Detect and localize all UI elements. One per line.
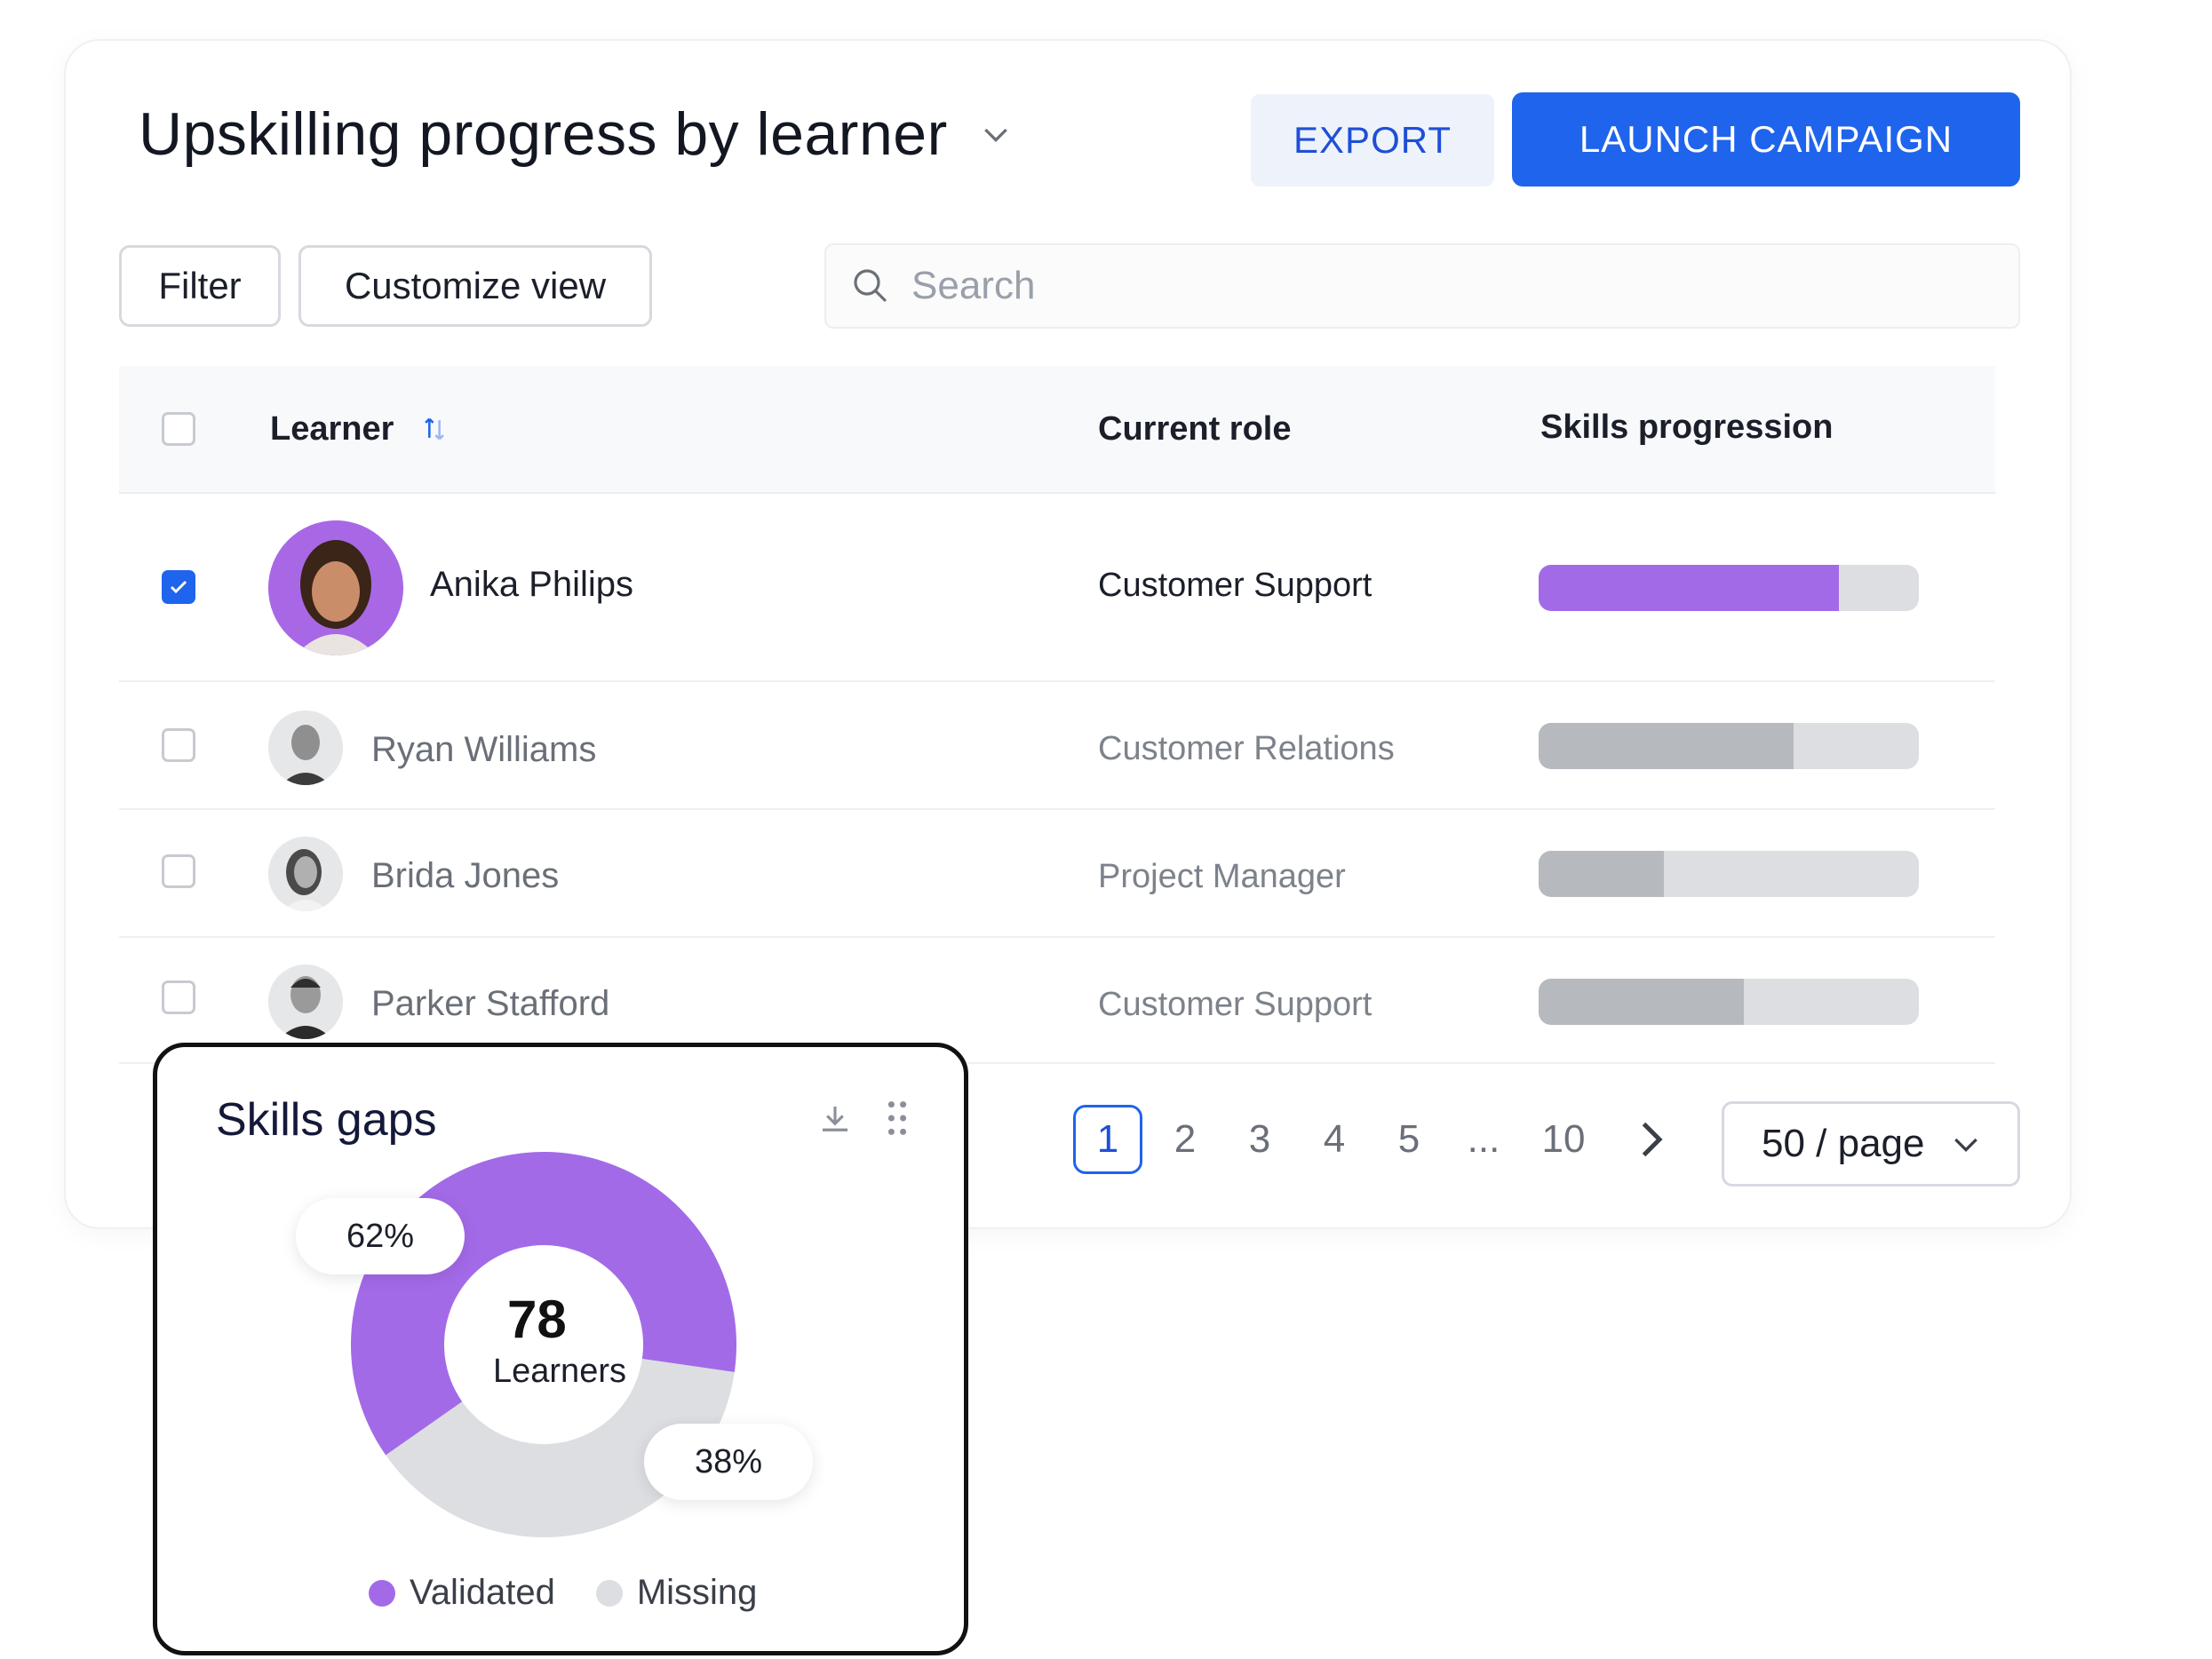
sort-icon[interactable]	[419, 414, 450, 444]
per-page-select[interactable]: 50 / page	[1722, 1101, 2020, 1187]
legend-dot	[369, 1579, 395, 1607]
avatar	[268, 520, 403, 655]
chevron-down-icon	[983, 128, 1007, 143]
page-button[interactable]: 4	[1297, 1117, 1372, 1162]
chevron-right-icon[interactable]	[1624, 1113, 1677, 1166]
title-dropdown[interactable]: Upskilling progress by learner	[139, 99, 1014, 169]
avatar	[268, 710, 343, 785]
drag-handle-icon[interactable]	[884, 1099, 911, 1138]
learner-name: Brida Jones	[371, 856, 560, 895]
validated-percent-label: 62%	[296, 1198, 465, 1274]
avatar	[268, 964, 343, 1039]
skills-gaps-widget: Skills gaps 62% 38% 78 Learners Validate…	[153, 1043, 968, 1655]
table-row[interactable]: Anika Philips Customer Support	[119, 494, 1995, 682]
column-learner[interactable]: Learner	[270, 410, 394, 448]
per-page-value: 50 / page	[1762, 1122, 1925, 1165]
chart-legend: Validated Missing	[369, 1573, 798, 1613]
legend-item-validated: Validated	[369, 1573, 555, 1613]
checkmark-icon	[170, 580, 187, 594]
learner-name: Parker Stafford	[371, 984, 610, 1023]
table-row[interactable]: Brida Jones Project Manager	[119, 810, 1995, 938]
legend-label: Missing	[636, 1573, 758, 1612]
legend-dot	[595, 1579, 623, 1607]
donut-center-label: Learners	[493, 1353, 626, 1390]
learner-name: Ryan Williams	[371, 730, 597, 769]
progress-fill	[1539, 723, 1794, 769]
search-icon	[854, 269, 887, 302]
skills-progress-bar	[1539, 979, 1919, 1025]
learner-role: Project Manager	[1098, 858, 1346, 895]
learner-role: Customer Relations	[1098, 730, 1395, 767]
skills-progress-bar	[1539, 851, 1919, 897]
learner-name: Anika Philips	[430, 565, 634, 604]
page-ellipsis: ...	[1467, 1117, 1500, 1161]
learner-role: Customer Support	[1098, 986, 1373, 1023]
page-title: Upskilling progress by learner	[139, 100, 948, 168]
column-skills-progression: Skills progression	[1540, 409, 1834, 446]
legend-item-missing: Missing	[595, 1573, 758, 1613]
filter-button[interactable]: Filter	[119, 245, 281, 327]
row-checkbox[interactable]	[162, 570, 195, 604]
search-placeholder: Search	[911, 264, 1036, 307]
skills-progress-bar	[1539, 723, 1919, 769]
widget-title: Skills gaps	[216, 1094, 437, 1146]
page-button-current[interactable]: 1	[1073, 1105, 1142, 1174]
page-button[interactable]: 2	[1148, 1117, 1222, 1162]
skills-progress-bar	[1539, 565, 1919, 611]
row-checkbox[interactable]	[162, 980, 195, 1014]
legend-label: Validated	[410, 1573, 555, 1612]
learner-role: Customer Support	[1098, 567, 1373, 604]
page-button[interactable]: 5	[1372, 1117, 1446, 1162]
column-current-role: Current role	[1098, 410, 1292, 448]
chevron-down-icon	[1953, 1138, 1977, 1153]
progress-fill	[1539, 851, 1665, 897]
export-button[interactable]: EXPORT	[1251, 94, 1494, 187]
search-input[interactable]: Search	[824, 243, 2020, 329]
page-button[interactable]: 10	[1521, 1117, 1606, 1162]
launch-campaign-button[interactable]: LAUNCH CAMPAIGN	[1512, 92, 2020, 187]
table-row[interactable]: Ryan Williams Customer Relations	[119, 682, 1995, 810]
row-checkbox[interactable]	[162, 854, 195, 888]
donut-center-value: 78	[507, 1290, 567, 1349]
progress-fill	[1539, 979, 1745, 1025]
select-all-checkbox[interactable]	[162, 412, 195, 446]
table-header: Learner Current role Skills progression	[119, 366, 1995, 494]
customize-view-button[interactable]: Customize view	[298, 245, 652, 327]
row-checkbox[interactable]	[162, 728, 195, 762]
progress-fill	[1539, 565, 1840, 611]
missing-percent-label: 38%	[644, 1424, 813, 1500]
pagination: 1 2 3 4 5 ... 10	[1073, 1105, 1677, 1174]
page-button[interactable]: 3	[1222, 1117, 1297, 1162]
avatar	[268, 837, 343, 911]
download-icon[interactable]	[816, 1100, 854, 1138]
